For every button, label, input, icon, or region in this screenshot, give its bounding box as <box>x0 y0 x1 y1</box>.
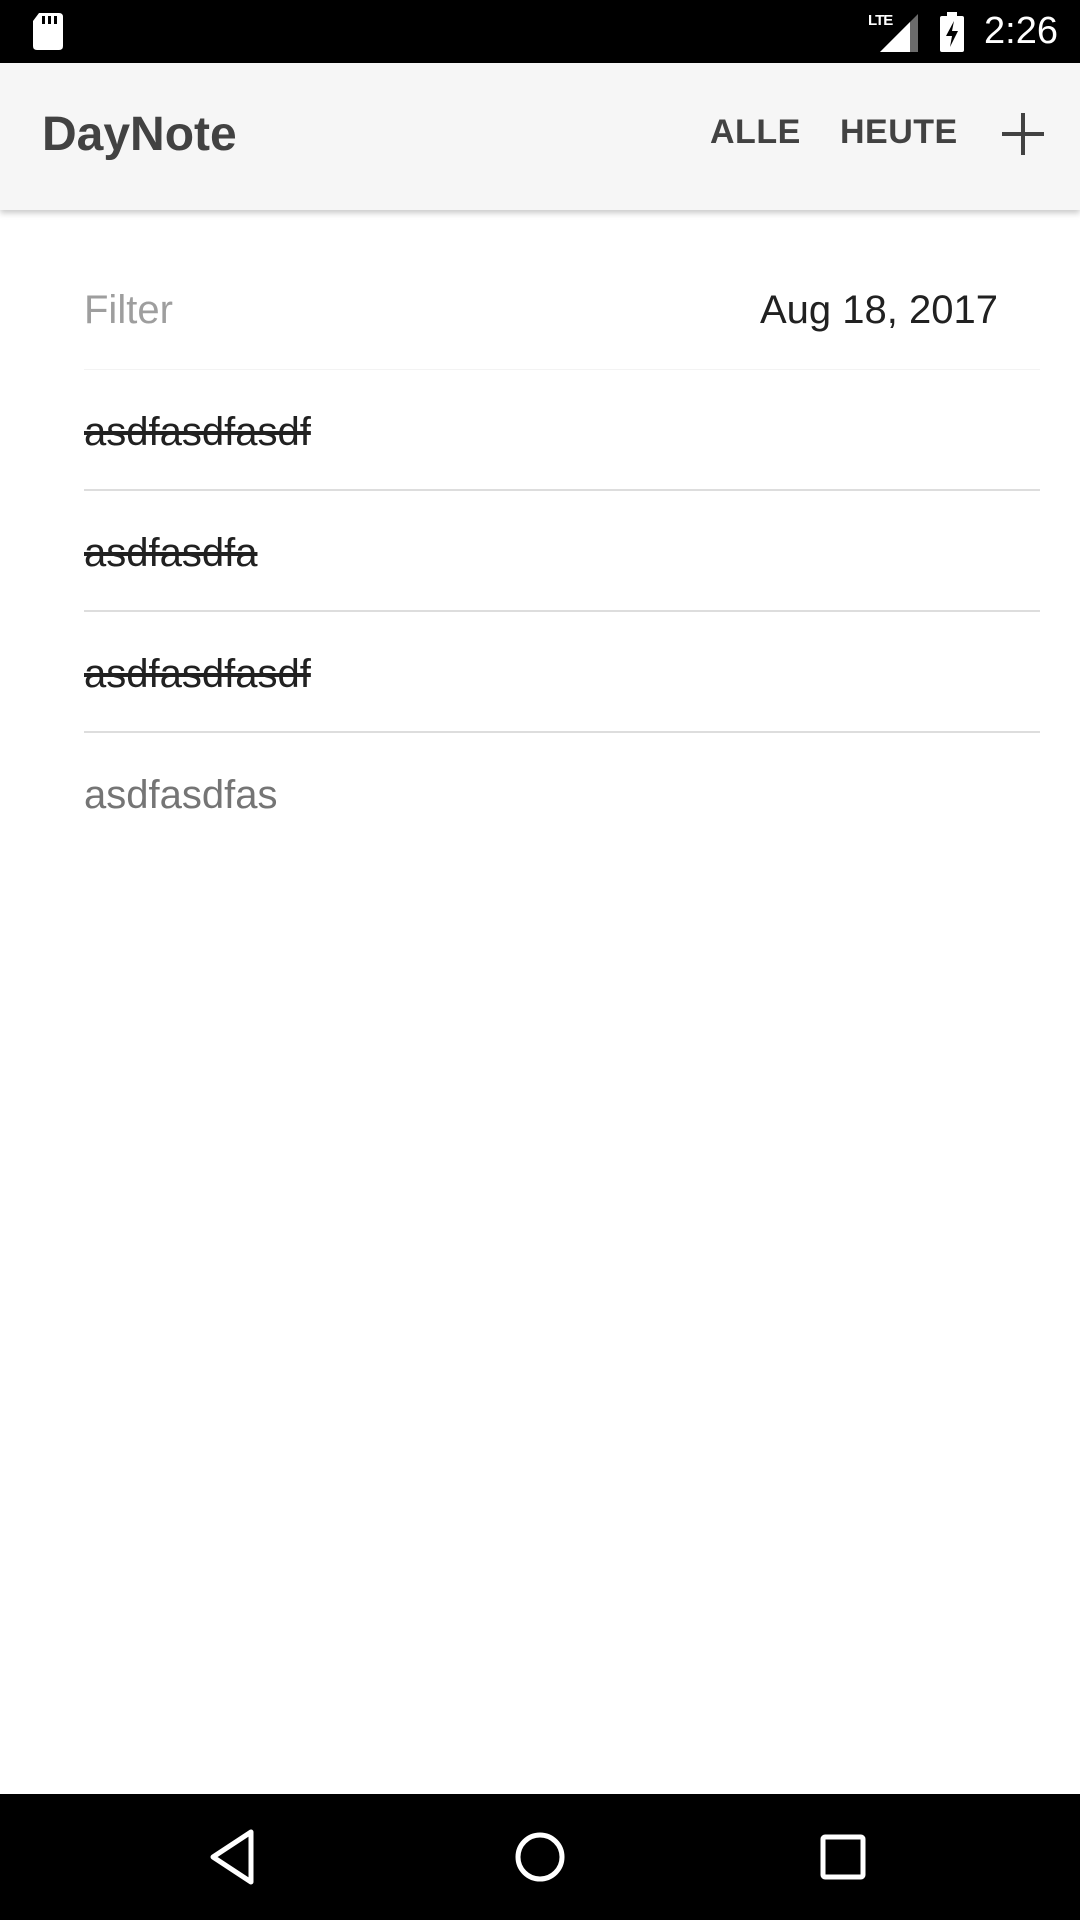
list-item[interactable]: asdfasdfa <box>84 491 1040 612</box>
show-today-button[interactable]: HEUTE <box>840 113 958 152</box>
app-title: DayNote <box>42 108 237 161</box>
home-icon[interactable] <box>507 1824 573 1890</box>
status-bar: LTE 2:26 <box>0 0 1080 63</box>
status-icons: LTE 2:26 <box>868 0 1058 63</box>
note-text: asdfasdfasdf <box>84 410 311 454</box>
network-indicator: LTE <box>868 12 919 52</box>
sd-card-icon <box>33 13 63 50</box>
date-picker[interactable]: Aug 18, 2017 <box>760 288 998 333</box>
filter-row: Filter Aug 18, 2017 <box>84 210 1040 370</box>
list-item[interactable]: asdfasdfas <box>84 733 1040 854</box>
main-content: Filter Aug 18, 2017 asdfasdfasdf asdfasd… <box>84 210 1040 854</box>
recents-icon[interactable] <box>810 1824 876 1890</box>
show-all-button[interactable]: ALLE <box>710 113 801 152</box>
signal-icon <box>880 13 919 52</box>
battery-charging-icon <box>940 11 965 52</box>
plus-icon[interactable] <box>1000 111 1046 157</box>
note-text: asdfasdfas <box>84 773 278 817</box>
navigation-bar <box>0 1794 1080 1920</box>
list-item[interactable]: asdfasdfasdf <box>84 370 1040 491</box>
note-list: asdfasdfasdf asdfasdfa asdfasdfasdf asdf… <box>84 370 1040 854</box>
note-text: asdfasdfasdf <box>84 652 311 696</box>
app-bar: DayNote ALLE HEUTE <box>0 63 1080 210</box>
list-item[interactable]: asdfasdfasdf <box>84 612 1040 733</box>
filter-input[interactable]: Filter <box>84 288 173 333</box>
note-text: asdfasdfa <box>84 531 258 575</box>
clock: 2:26 <box>984 10 1058 52</box>
back-icon[interactable] <box>203 1824 269 1890</box>
